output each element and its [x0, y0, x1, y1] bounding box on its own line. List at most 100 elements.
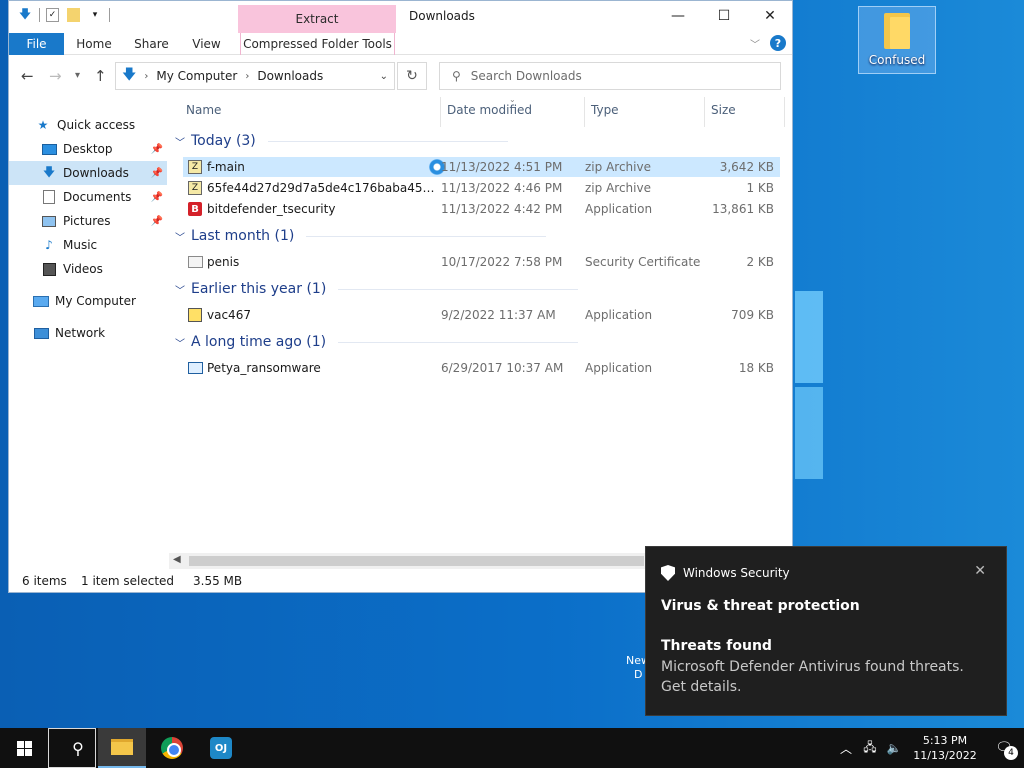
column-header-size[interactable]: Size — [711, 103, 736, 117]
network-icon — [33, 326, 49, 340]
tab-share[interactable]: Share — [129, 33, 174, 55]
tab-compressed-folder-tools[interactable]: Compressed Folder Tools — [240, 33, 395, 55]
sidebar-item-documents[interactable]: Documents 📌 — [9, 185, 167, 209]
properties-icon[interactable]: ✓ — [46, 8, 59, 22]
search-input[interactable]: ⚲ Search Downloads — [439, 62, 781, 90]
file-row-penis[interactable]: penis 10/17/2022 7:58 PM Security Certif… — [183, 252, 780, 272]
action-center-button[interactable]: 🗨 4 — [984, 728, 1024, 768]
sidebar-item-pictures[interactable]: Pictures 📌 — [9, 209, 167, 233]
windows-logo-pane — [795, 387, 823, 479]
help-icon[interactable]: ? — [770, 35, 786, 51]
file-size: 2 KB — [746, 255, 774, 269]
scrollbar-thumb[interactable] — [189, 556, 644, 566]
file-type: Application — [585, 308, 653, 322]
sidebar-item-quick-access[interactable]: ★ Quick access — [9, 113, 167, 137]
forward-arrow-icon[interactable]: → — [49, 67, 62, 85]
column-header-name[interactable]: Name — [186, 103, 221, 117]
file-row-65fe44d2[interactable]: Z 65fe44d27d29d7a5de4c176baba45759-73...… — [183, 178, 780, 198]
taskbar-chrome[interactable] — [148, 728, 196, 768]
chevron-down-icon: ﹀ — [175, 232, 185, 244]
file-row-bitdefender[interactable]: B bitdefender_tsecurity 11/13/2022 4:42 … — [183, 199, 780, 219]
sidebar-item-network[interactable]: Network — [9, 321, 167, 345]
separator — [39, 8, 40, 22]
quick-access-toolbar: 🡇 ✓ ▾ — [17, 7, 110, 23]
search-icon: ⚲ — [72, 738, 84, 758]
sidebar-item-label: Pictures — [63, 214, 111, 228]
breadcrumb-my-computer[interactable]: My Computer — [156, 69, 237, 83]
file-date: 6/29/2017 10:37 AM — [441, 361, 564, 375]
taskbar-file-explorer[interactable] — [98, 728, 146, 768]
recent-locations-icon[interactable]: ▾ — [75, 70, 80, 81]
sidebar-item-desktop[interactable]: Desktop 📌 — [9, 137, 167, 161]
group-divider — [338, 288, 579, 290]
minimize-button[interactable]: — — [655, 1, 701, 31]
breadcrumb-downloads[interactable]: Downloads — [257, 69, 323, 83]
toast-header: Windows Security — [661, 565, 790, 581]
maximize-button[interactable]: ☐ — [701, 1, 747, 31]
context-tab-extract[interactable]: Extract — [238, 5, 396, 33]
customize-qat-icon[interactable]: ▾ — [87, 7, 103, 23]
back-arrow-icon[interactable]: ← — [21, 67, 34, 85]
group-header-last-month[interactable]: ﹀ Last month (1) — [175, 228, 547, 244]
application-icon — [187, 360, 203, 376]
sidebar-item-downloads[interactable]: 🡇 Downloads 📌 — [9, 161, 167, 185]
column-divider[interactable] — [784, 97, 785, 127]
download-icon[interactable]: 🡇 — [17, 7, 33, 23]
refresh-icon[interactable]: ↻ — [397, 62, 427, 90]
status-selection: 1 item selected — [81, 574, 175, 588]
column-header-date-modified[interactable]: Date modified — [447, 103, 532, 117]
taskbar-search-button[interactable]: ⚲ — [48, 728, 96, 768]
clock-time: 5:13 PM — [922, 734, 968, 747]
windows-security-toast[interactable]: Windows Security ✕ Virus & threat protec… — [645, 546, 1007, 716]
file-row-f-main[interactable]: Z f-main 11/13/2022 4:51 PM zip Archive … — [183, 157, 780, 177]
sidebar-item-my-computer[interactable]: My Computer — [9, 289, 167, 313]
clock[interactable]: 5:13 PM 11/13/2022 — [906, 733, 984, 763]
scroll-left-icon[interactable]: ◀ — [173, 554, 181, 565]
volume-icon[interactable]: 🔈 — [882, 741, 906, 755]
expand-ribbon-icon[interactable]: ﹀ — [750, 36, 760, 51]
pin-icon: 📌 — [150, 191, 163, 203]
chevron-down-icon: ﹀ — [175, 137, 185, 149]
music-icon: ♪ — [45, 238, 53, 252]
address-bar[interactable]: 🡇 › My Computer › Downloads ⌄ — [115, 62, 395, 90]
up-arrow-icon[interactable]: ↑ — [94, 67, 107, 85]
sidebar-item-music[interactable]: ♪ Music — [9, 233, 167, 257]
group-label: Today (3) — [191, 133, 256, 149]
sidebar-item-videos[interactable]: Videos — [9, 257, 167, 281]
network-icon[interactable]: 🖧 — [858, 738, 882, 759]
notification-badge: 4 — [1004, 746, 1018, 760]
file-type: zip Archive — [585, 160, 651, 174]
desktop-folder-confused[interactable]: Confused — [858, 6, 936, 74]
tab-home[interactable]: Home — [69, 33, 119, 55]
group-header-a-long-time-ago[interactable]: ﹀ A long time ago (1) — [175, 334, 579, 350]
group-label: Last month (1) — [191, 228, 295, 244]
column-header-type[interactable]: Type — [591, 103, 619, 117]
breadcrumb-separator: › — [144, 70, 149, 82]
file-name: f-main — [207, 160, 245, 174]
application-icon — [187, 307, 203, 323]
column-divider[interactable] — [440, 97, 441, 127]
separator — [109, 8, 110, 22]
start-button[interactable] — [0, 728, 48, 768]
close-icon[interactable]: ✕ — [974, 563, 986, 579]
windows-logo-icon — [16, 740, 32, 756]
taskbar-app[interactable]: OJ — [197, 728, 245, 768]
column-divider[interactable] — [704, 97, 705, 127]
desktop-icon-label: Confused — [868, 53, 926, 67]
tab-view[interactable]: View — [184, 33, 229, 55]
tab-file[interactable]: File — [9, 33, 64, 55]
chevron-up-icon[interactable]: ︿ — [834, 740, 858, 757]
new-folder-icon[interactable] — [65, 7, 81, 23]
file-type: Security Certificate — [585, 255, 701, 269]
file-row-petya-ransomware[interactable]: Petya_ransomware 6/29/2017 10:37 AM Appl… — [183, 358, 780, 378]
file-date: 11/13/2022 4:51 PM — [441, 160, 563, 174]
toast-app-name: Windows Security — [683, 566, 790, 580]
desktop-icon — [41, 142, 57, 156]
group-header-today[interactable]: ﹀ Today (3) — [175, 133, 508, 149]
close-button[interactable]: ✕ — [747, 1, 793, 31]
file-row-vac467[interactable]: vac467 9/2/2022 11:37 AM Application 709… — [183, 305, 780, 325]
search-placeholder: Search Downloads — [470, 69, 582, 83]
chevron-down-icon[interactable]: ⌄ — [380, 71, 388, 82]
group-header-earlier-this-year[interactable]: ﹀ Earlier this year (1) — [175, 281, 579, 297]
column-divider[interactable] — [584, 97, 585, 127]
